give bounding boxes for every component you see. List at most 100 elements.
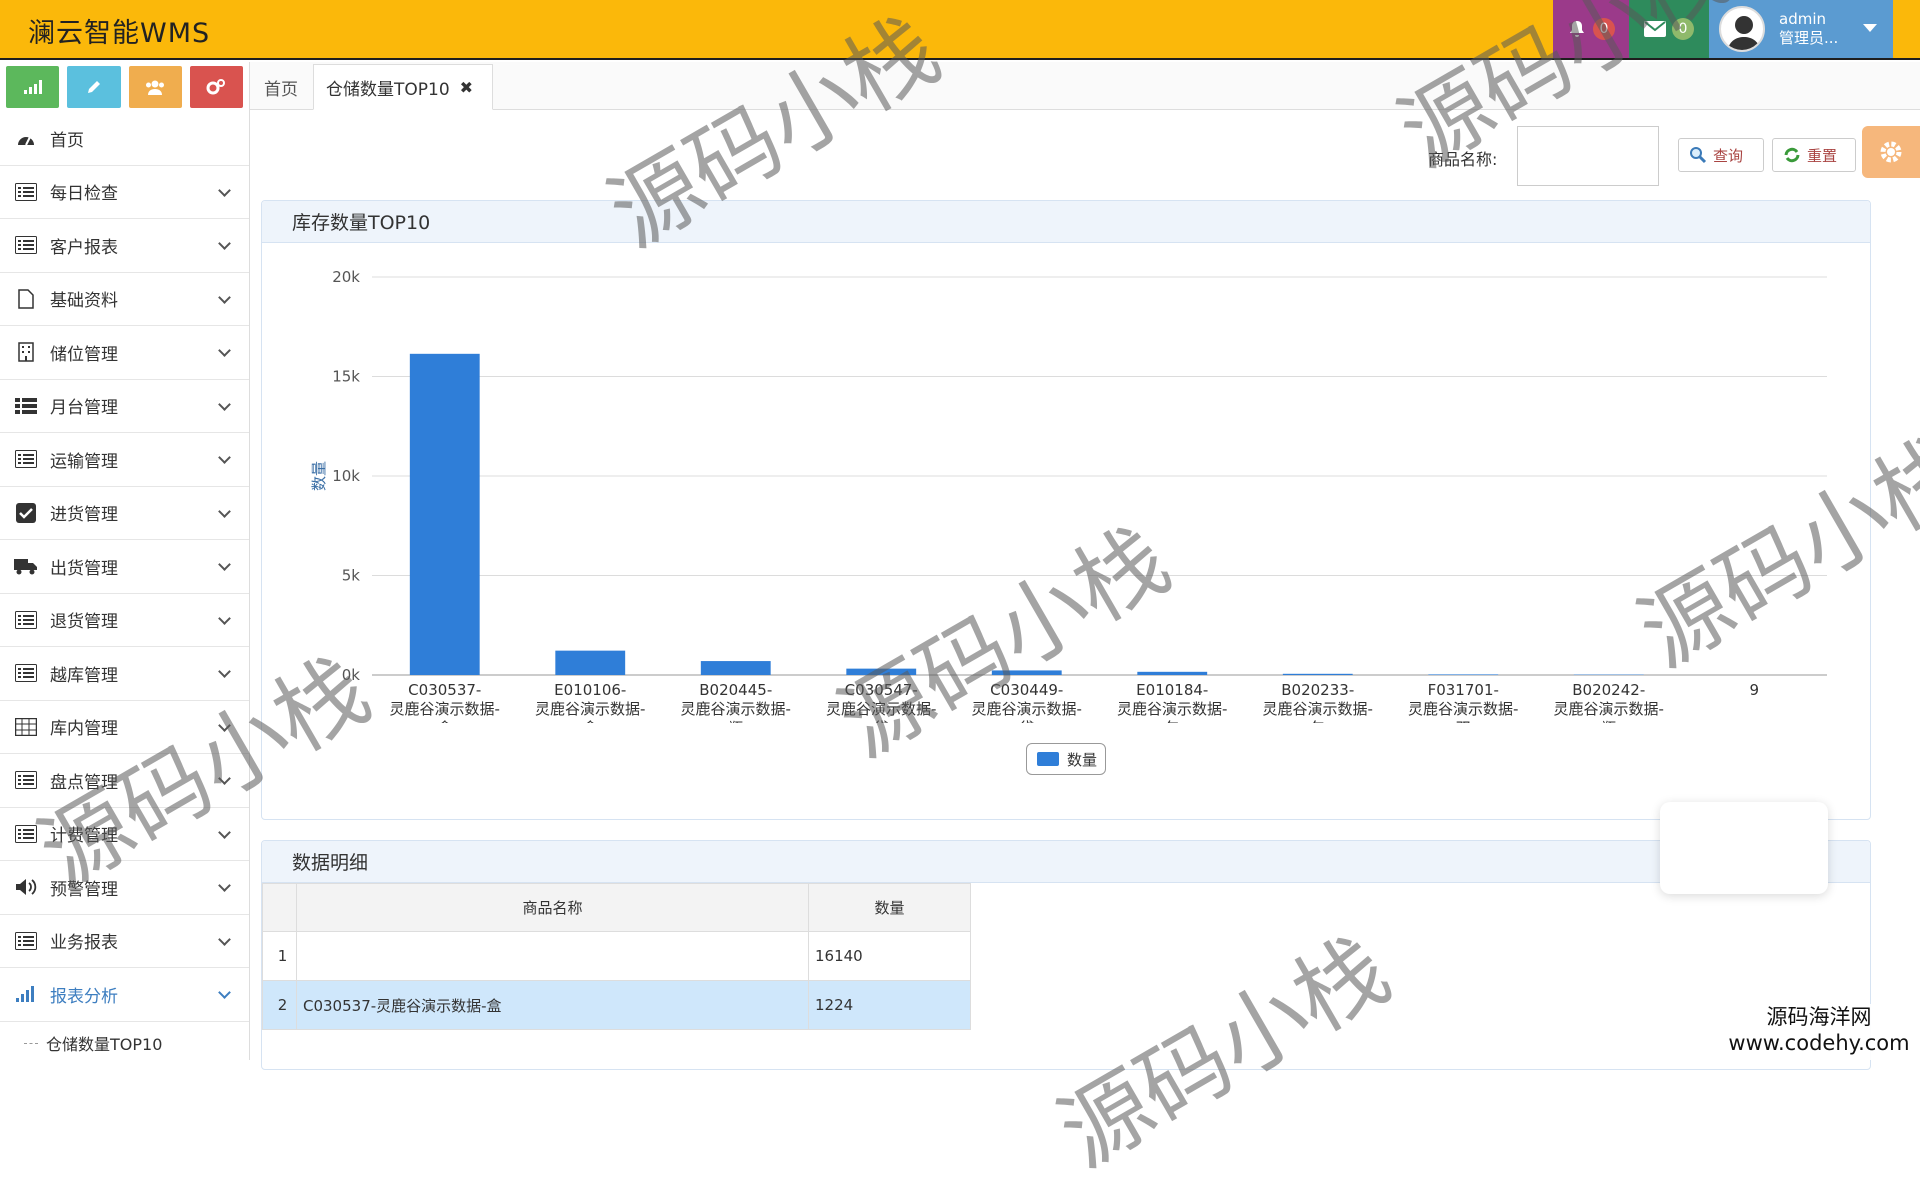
sidebar-item[interactable]: 越库管理	[0, 647, 249, 701]
signal-icon	[14, 984, 38, 1004]
chart-panel-title: 库存数量TOP10	[262, 201, 1870, 243]
sidebar-item-label: 进货管理	[50, 500, 118, 525]
y-tick-label: 10k	[332, 467, 360, 485]
shortcut-edit-button[interactable]	[67, 66, 120, 108]
chart-legend[interactable]: 数量	[1026, 743, 1106, 775]
envelope-icon	[1644, 21, 1666, 37]
user-name: admin	[1779, 10, 1838, 29]
x-tick-label: 灵鹿谷演示数据-	[826, 700, 936, 718]
sidebar-item-label: 报表分析	[50, 982, 118, 1007]
y-tick-label: 20k	[332, 268, 360, 286]
sidebar-item[interactable]: 报表分析	[0, 968, 249, 1022]
shortcut-users-button[interactable]	[129, 66, 182, 108]
x-tick-label: B020242-	[1572, 681, 1645, 699]
truck-icon	[14, 556, 38, 576]
list-icon	[14, 931, 38, 951]
bar	[1137, 672, 1207, 675]
reset-button[interactable]: 重置	[1772, 138, 1856, 172]
volume-icon	[14, 877, 38, 897]
sidebar-item[interactable]: 运输管理	[0, 433, 249, 487]
row-qty: 1224	[809, 981, 971, 1030]
sidebar-item-label: 计费管理	[50, 821, 118, 846]
sidebar-item[interactable]: 客户报表	[0, 219, 249, 273]
row-index: 1	[263, 932, 297, 981]
table-header-qty[interactable]: 数量	[809, 884, 971, 932]
tab-storage-top10[interactable]: 仓储数量TOP10 ✖	[313, 64, 493, 110]
sidebar-item-label: 退货管理	[50, 607, 118, 632]
legend-label: 数量	[1067, 749, 1097, 770]
chevron-down-icon	[218, 291, 231, 304]
sidebar-item[interactable]: 库内管理	[0, 701, 249, 755]
sidebar-item[interactable]: 计费管理	[0, 808, 249, 862]
bar	[410, 354, 480, 675]
sidebar-item[interactable]: 业务报表	[0, 915, 249, 969]
file-icon	[14, 289, 38, 309]
chevron-down-icon	[218, 665, 231, 678]
list-icon	[14, 182, 38, 202]
shortcut-settings-button[interactable]	[190, 66, 243, 108]
bar	[555, 651, 625, 675]
building-icon	[14, 342, 38, 362]
y-tick-label: 15k	[332, 368, 360, 386]
x-tick-label: B020445-	[699, 681, 772, 699]
x-tick-label: 灵鹿谷演示数据-	[1263, 700, 1373, 718]
messages-button[interactable]: 0	[1629, 0, 1709, 58]
avatar	[1719, 6, 1765, 52]
page-tabs: 首页 仓储数量TOP10 ✖	[250, 62, 1920, 110]
sidebar-item[interactable]: 月台管理	[0, 380, 249, 434]
sidebar-item-label: 业务报表	[50, 928, 118, 953]
x-tick-label: C030449-	[990, 681, 1063, 699]
close-icon[interactable]: ✖	[460, 78, 473, 97]
chevron-down-icon	[218, 986, 231, 999]
th-list-icon	[14, 396, 38, 416]
sidebar-item[interactable]: 储位管理	[0, 326, 249, 380]
user-info: admin 管理员...	[1779, 10, 1838, 48]
sidebar-item-label: 储位管理	[50, 340, 118, 365]
sidebar-item-label: 预警管理	[50, 875, 118, 900]
table-header-name[interactable]: 商品名称	[297, 884, 809, 932]
table-row[interactable]: 2 C030537-灵鹿谷演示数据-盒 1224	[263, 981, 971, 1030]
x-tick-label: 包	[1310, 719, 1325, 723]
floating-card	[1660, 802, 1828, 894]
sidebar-item[interactable]: 首页	[0, 112, 249, 166]
sidebar-item[interactable]: 退货管理	[0, 594, 249, 648]
sidebar-item[interactable]: 盘点管理	[0, 754, 249, 808]
theme-settings-button[interactable]	[1862, 126, 1920, 178]
product-name-input[interactable]	[1517, 126, 1659, 186]
notifications-button[interactable]: 0	[1553, 0, 1629, 58]
table-panel-title: 数据明细	[262, 841, 1870, 883]
signal-icon	[24, 80, 42, 94]
x-tick-label: 包	[1165, 719, 1180, 723]
tab-home[interactable]: 首页	[252, 64, 310, 110]
chevron-down-icon	[218, 879, 231, 892]
sidebar-shortcuts	[0, 62, 249, 112]
sidebar-item[interactable]: 出货管理	[0, 540, 249, 594]
gear-icon	[1876, 137, 1906, 167]
sidebar-item[interactable]: 每日检查	[0, 166, 249, 220]
user-menu[interactable]: admin 管理员...	[1709, 0, 1893, 58]
chevron-down-icon	[218, 933, 231, 946]
query-button[interactable]: 查询	[1678, 138, 1764, 172]
table-row[interactable]: 1 16140	[263, 932, 971, 981]
list-icon	[14, 235, 38, 255]
site-watermark-url: www.codehy.com	[1718, 1030, 1920, 1056]
chevron-down-icon	[218, 826, 231, 839]
sidebar-item[interactable]: 进货管理	[0, 487, 249, 541]
sidebar-subitem-storage-top10[interactable]: 仓储数量TOP10	[0, 1022, 249, 1064]
sidebar-item[interactable]: 基础资料	[0, 273, 249, 327]
top-bar: 澜云智能WMS 0 0 admin 管理员...	[0, 0, 1920, 60]
x-tick-label: 盒	[583, 719, 598, 723]
sidebar-item[interactable]: 预警管理	[0, 861, 249, 915]
sidebar-menu: 首页每日检查客户报表基础资料储位管理月台管理运输管理进货管理出货管理退货管理越库…	[0, 112, 249, 1022]
row-index: 2	[263, 981, 297, 1030]
row-name	[297, 932, 809, 981]
user-role: 管理员...	[1779, 29, 1838, 48]
cogs-icon	[206, 79, 226, 95]
table-icon	[14, 717, 38, 737]
notifications-badge: 0	[1593, 18, 1615, 40]
x-tick-label: 袋	[874, 719, 889, 723]
shortcut-chart-button[interactable]	[6, 66, 59, 108]
caret-down-icon	[1863, 24, 1877, 32]
legend-swatch	[1037, 752, 1059, 766]
bar	[701, 661, 771, 675]
